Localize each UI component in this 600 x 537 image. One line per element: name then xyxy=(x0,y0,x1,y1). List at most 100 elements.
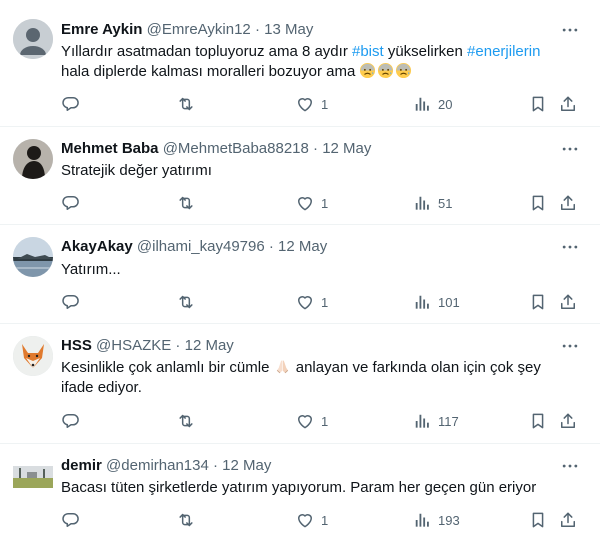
share-button[interactable] xyxy=(558,291,578,313)
hashtag-link[interactable]: #bist xyxy=(352,43,384,60)
like-icon xyxy=(298,197,312,211)
tweet-card[interactable]: Mehmet Baba @MehmetBaba88218 · 12 May St… xyxy=(0,127,600,225)
tweet-text-segment: yükselirken xyxy=(383,43,468,60)
tweet-text-segment: Yıllardır asatmadan topluyoruz ama 8 ayd… xyxy=(61,43,352,60)
display-name[interactable]: Mehmet Baba xyxy=(61,140,159,157)
tweet-card[interactable]: AkayAkay @ilhami_kay49796 · 12 May Yatır… xyxy=(0,225,600,324)
like-count: 1 xyxy=(321,512,329,528)
more-options-button[interactable] xyxy=(560,336,580,356)
share-icon xyxy=(561,413,575,428)
retweet-button[interactable] xyxy=(176,291,196,313)
more-icon xyxy=(562,147,578,151)
like-button[interactable]: 1 xyxy=(295,291,328,313)
share-button[interactable] xyxy=(558,410,578,432)
retweet-button[interactable] xyxy=(176,93,196,115)
like-button[interactable]: 1 xyxy=(295,509,328,531)
tweet-actions: 1 101 xyxy=(61,291,582,313)
like-icon xyxy=(298,98,312,112)
views-icon xyxy=(415,196,429,210)
bookmark-icon xyxy=(532,413,544,429)
bookmark-icon xyxy=(532,96,544,112)
default-avatar-icon xyxy=(13,19,53,59)
share-button[interactable] xyxy=(558,509,578,531)
timestamp[interactable]: 12 May xyxy=(185,337,234,354)
bookmark-button[interactable] xyxy=(528,410,548,432)
views-icon xyxy=(415,414,429,428)
landscape-avatar-image xyxy=(13,466,53,488)
avatar[interactable] xyxy=(13,139,53,179)
reply-button[interactable] xyxy=(61,93,81,115)
reply-icon xyxy=(62,413,79,428)
folded-hands-emoji xyxy=(276,359,288,374)
share-button[interactable] xyxy=(558,93,578,115)
views-button[interactable]: 51 xyxy=(412,192,452,214)
tweet-header: demir @demirhan134 · 12 May xyxy=(61,456,560,476)
avatar[interactable] xyxy=(13,456,53,496)
more-icon xyxy=(562,464,578,468)
reply-button[interactable] xyxy=(61,509,81,531)
tweet-header: AkayAkay @ilhami_kay49796 · 12 May xyxy=(61,237,560,257)
views-count: 193 xyxy=(438,512,460,528)
share-button[interactable] xyxy=(558,192,578,214)
timestamp[interactable]: 12 May xyxy=(222,457,271,474)
display-name[interactable]: demir xyxy=(61,457,102,474)
separator: · xyxy=(264,238,279,255)
like-icon xyxy=(298,415,312,429)
bookmark-button[interactable] xyxy=(528,291,548,313)
tweet-actions: 1 51 xyxy=(61,192,582,214)
tweet-text: Bacası tüten şirketlerde yatırım yapıyor… xyxy=(61,479,537,496)
reply-button[interactable] xyxy=(61,192,81,214)
retweet-button[interactable] xyxy=(176,410,196,432)
tweet-card[interactable]: HSS @HSAZKE · 12 May Kesinlikle çok anla… xyxy=(0,324,600,444)
bookmark-button[interactable] xyxy=(528,192,548,214)
more-icon xyxy=(562,28,578,32)
user-handle[interactable]: @EmreAykin12 xyxy=(147,21,251,38)
fox-avatar-image xyxy=(13,336,53,376)
user-handle[interactable]: @HSAZKE xyxy=(96,337,171,354)
avatar[interactable] xyxy=(13,19,53,59)
bookmark-icon xyxy=(532,294,544,310)
avatar[interactable] xyxy=(13,237,53,277)
worried-face-emoji xyxy=(377,62,395,79)
bookmark-button[interactable] xyxy=(528,93,548,115)
like-icon xyxy=(298,514,312,528)
views-button[interactable]: 101 xyxy=(412,291,460,313)
reply-icon xyxy=(62,294,79,309)
separator: · xyxy=(208,457,223,474)
timestamp[interactable]: 12 May xyxy=(322,140,371,157)
retweet-button[interactable] xyxy=(176,192,196,214)
display-name[interactable]: AkayAkay xyxy=(61,238,133,255)
more-options-button[interactable] xyxy=(560,20,580,40)
avatar[interactable] xyxy=(13,336,53,376)
bookmark-icon xyxy=(532,195,544,211)
user-handle[interactable]: @MehmetBaba88218 xyxy=(163,140,309,157)
like-button[interactable]: 1 xyxy=(295,410,328,432)
display-name[interactable]: HSS xyxy=(61,337,92,354)
views-button[interactable]: 193 xyxy=(412,509,460,531)
more-options-button[interactable] xyxy=(560,237,580,257)
views-button[interactable]: 20 xyxy=(412,93,452,115)
tweet-text: Yıllardır asatmadan topluyoruz ama 8 ayd… xyxy=(61,42,570,82)
reply-button[interactable] xyxy=(61,410,81,432)
tweet-header: Mehmet Baba @MehmetBaba88218 · 12 May xyxy=(61,139,560,159)
more-options-button[interactable] xyxy=(560,139,580,159)
more-options-button[interactable] xyxy=(560,456,580,476)
retweet-button[interactable] xyxy=(176,509,196,531)
timestamp[interactable]: 12 May xyxy=(278,238,327,255)
like-button[interactable]: 1 xyxy=(295,93,328,115)
reply-button[interactable] xyxy=(61,291,81,313)
tweet-card[interactable]: demir @demirhan134 · 12 May Bacası tüten… xyxy=(0,444,600,537)
timestamp[interactable]: 13 May xyxy=(264,21,313,38)
like-button[interactable]: 1 xyxy=(295,192,328,214)
views-icon xyxy=(415,295,429,309)
like-count: 1 xyxy=(321,294,329,310)
views-button[interactable]: 117 xyxy=(412,410,459,432)
tweet-card[interactable]: Emre Aykin @EmreAykin12 · 13 May Yıllard… xyxy=(0,0,600,127)
bookmark-button[interactable] xyxy=(528,509,548,531)
user-handle[interactable]: @ilhami_kay49796 xyxy=(137,238,265,255)
user-handle[interactable]: @demirhan134 xyxy=(106,457,209,474)
tweet-header: Emre Aykin @EmreAykin12 · 13 May xyxy=(61,20,560,40)
bookmark-icon xyxy=(532,512,544,528)
hashtag-link[interactable]: #enerjilerin xyxy=(467,43,540,60)
display-name[interactable]: Emre Aykin xyxy=(61,21,142,38)
